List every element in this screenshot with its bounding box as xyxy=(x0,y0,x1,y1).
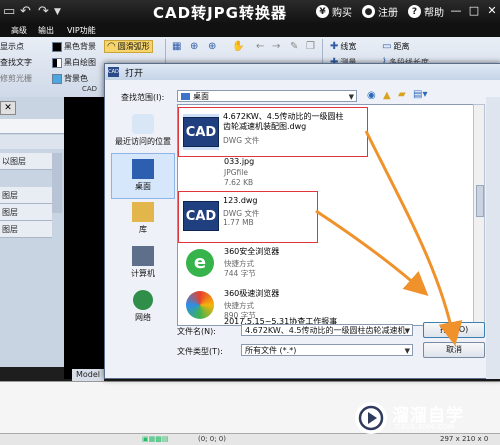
watermark-subtitle: ZIXUE.3066.COM xyxy=(394,423,454,431)
annotation-arrows xyxy=(315,130,463,346)
arrow-to-open-button xyxy=(364,130,463,346)
arrow-to-open-button-2 xyxy=(315,209,429,297)
watermark-logo xyxy=(355,402,387,434)
play-icon xyxy=(358,405,384,431)
